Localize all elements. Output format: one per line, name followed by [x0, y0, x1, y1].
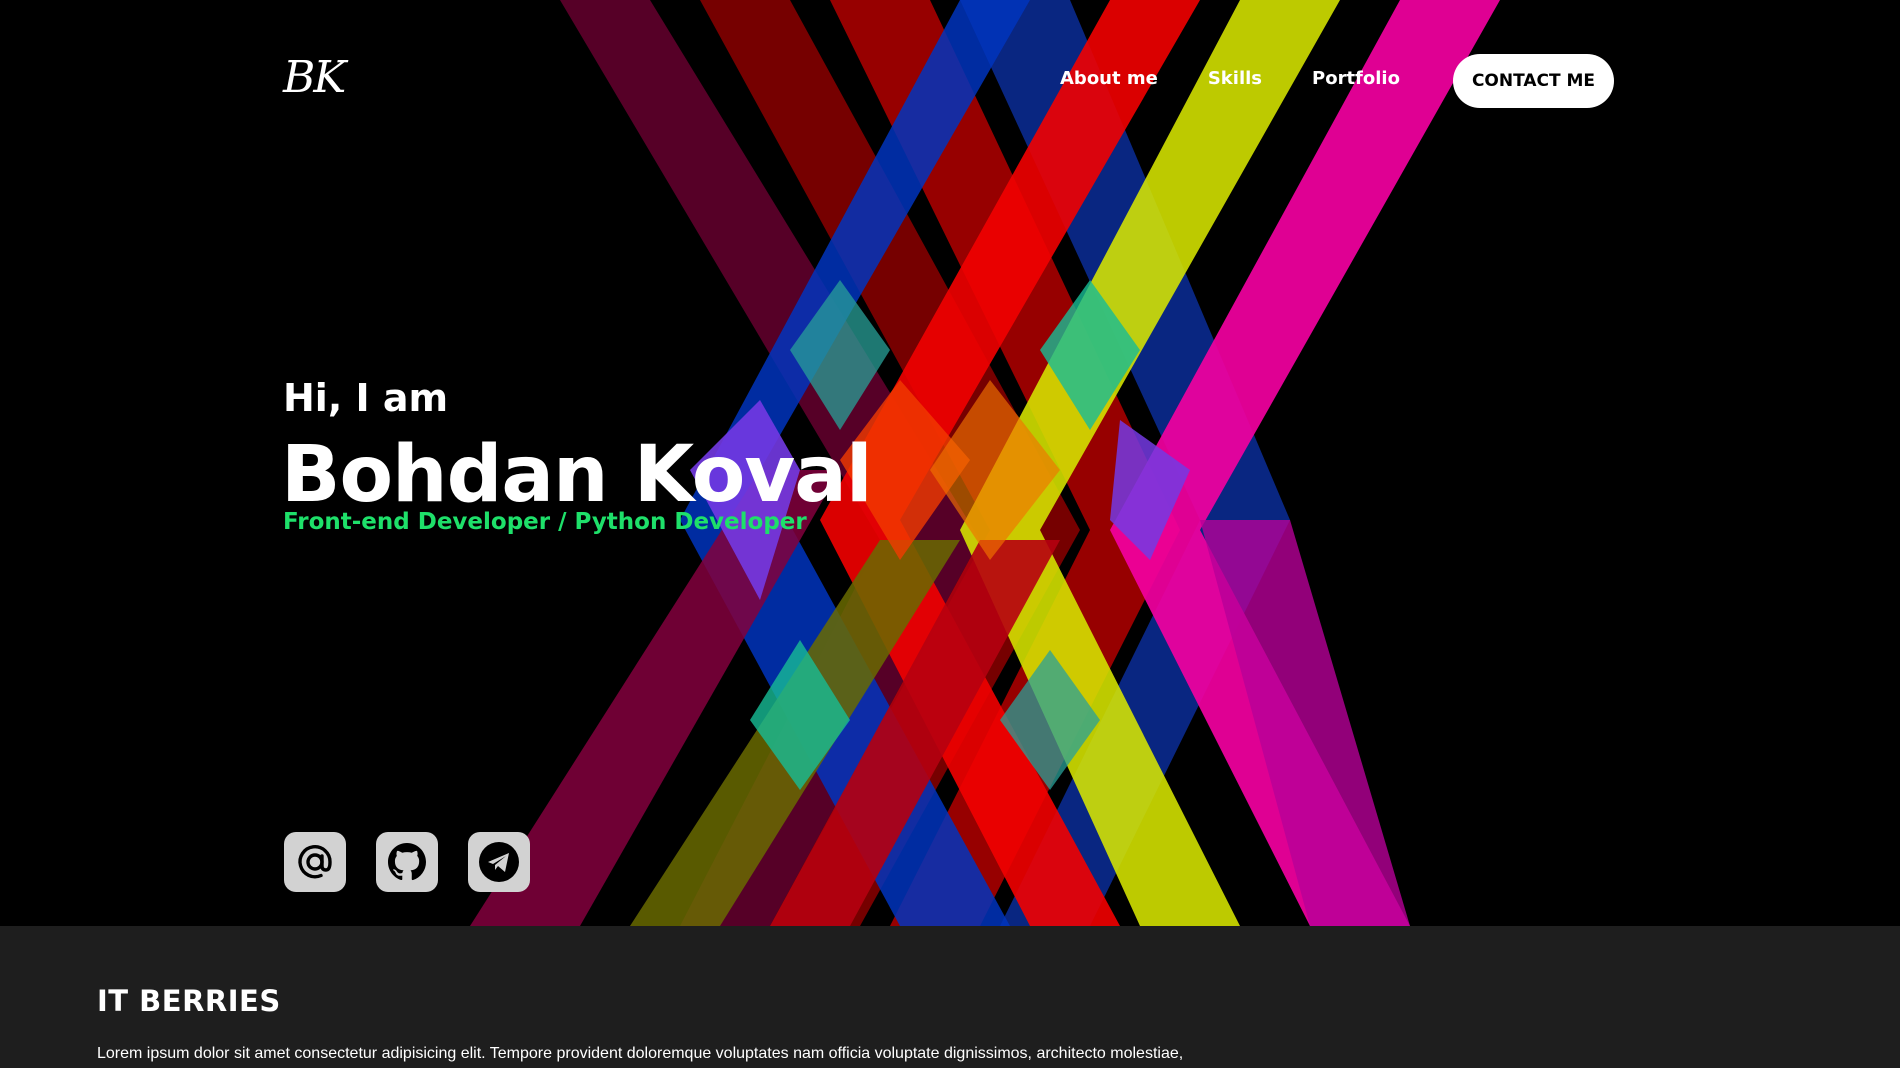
hero-name: Bohdan Koval — [281, 430, 873, 520]
social-links — [284, 832, 530, 892]
at-sign-icon — [298, 845, 332, 879]
nav-link-portfolio[interactable]: Portfolio — [1312, 68, 1400, 89]
nav-link-about-me[interactable]: About me — [1060, 68, 1158, 89]
hero-section: BK About me Skills Portfolio CONTACT ME … — [0, 0, 1900, 926]
nav-links: About me Skills Portfolio — [1060, 68, 1400, 89]
email-link[interactable] — [284, 832, 346, 892]
github-icon — [388, 843, 426, 881]
hero-greeting: Hi, I am — [283, 376, 449, 420]
github-link[interactable] — [376, 832, 438, 892]
section-title: IT BERRIES — [97, 984, 281, 1018]
contact-me-button[interactable]: CONTACT ME — [1453, 54, 1614, 108]
hero-role: Front-end Developer / Python Developer — [283, 509, 807, 535]
telegram-link[interactable] — [468, 832, 530, 892]
top-navigation: BK About me Skills Portfolio CONTACT ME — [0, 0, 1900, 160]
telegram-icon — [479, 842, 519, 882]
section-text: Lorem ipsum dolor sit amet consectetur a… — [97, 1045, 1184, 1062]
it-berries-section: IT BERRIES Lorem ipsum dolor sit amet co… — [0, 926, 1900, 1068]
logo[interactable]: BK — [283, 52, 346, 103]
nav-link-skills[interactable]: Skills — [1208, 68, 1262, 89]
